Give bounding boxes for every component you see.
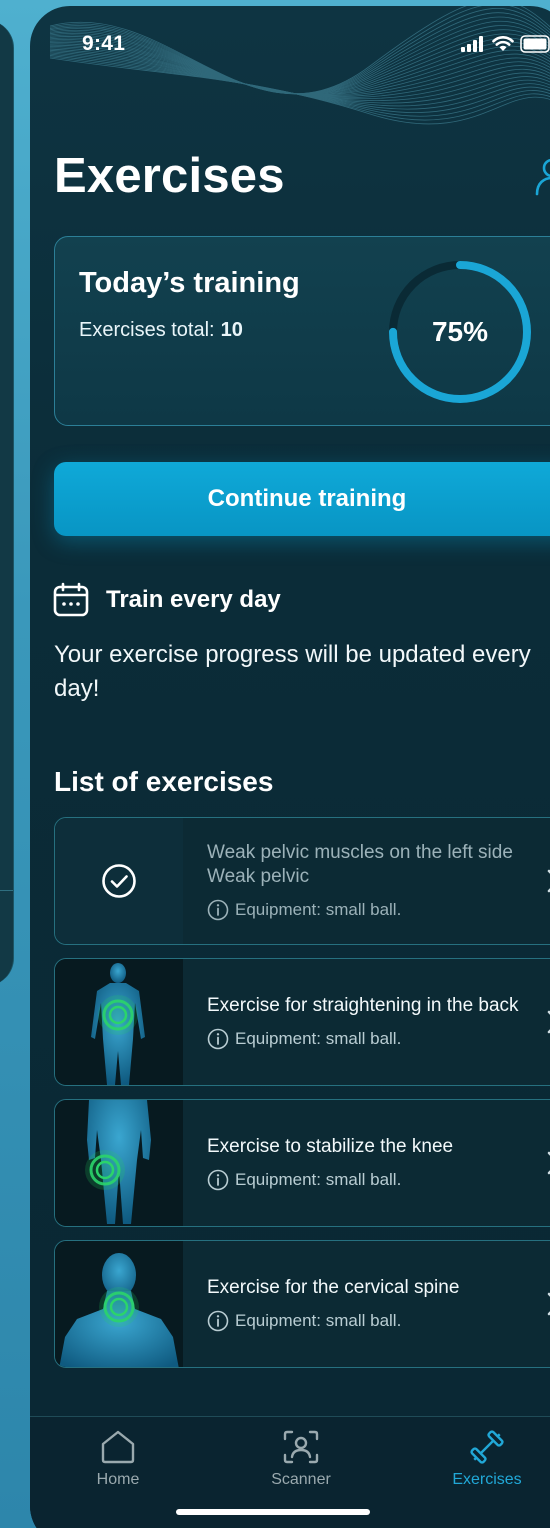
exercise-equipment-text: Equipment: small ball.	[235, 1311, 402, 1330]
dumbbell-icon	[470, 1430, 504, 1464]
exercise-name: Weak pelvic muscles on the left side Wea…	[207, 842, 513, 887]
tab-label: Scanner	[271, 1471, 331, 1488]
progress-percent: 75%	[431, 316, 489, 347]
status-time: 9:41	[82, 32, 126, 55]
phone-screen: 9:41 Exercises Today’s training Exercise…	[30, 6, 550, 1528]
wifi-icon	[492, 36, 514, 51]
status-icons	[460, 35, 550, 53]
background-divider	[0, 890, 13, 891]
exercise-item[interactable]: Weak pelvic muscles on the left side Wea…	[54, 817, 550, 945]
exercise-equipment-text: Equipment: small ball.	[235, 1029, 402, 1048]
battery-icon	[520, 35, 550, 53]
tab-label: Home	[96, 1471, 140, 1488]
exercise-thumbnail	[55, 959, 183, 1085]
exercise-equipment-text: Equipment: small ball.	[235, 900, 402, 919]
reminder-text: Your exercise progress will be updated e…	[54, 641, 531, 702]
info-icon	[207, 1169, 229, 1191]
home-icon	[101, 1430, 135, 1464]
reminder-header: Train every day	[52, 582, 281, 618]
profile-icon[interactable]	[534, 156, 550, 196]
exercise-list-title: List of exercises	[54, 766, 274, 797]
info-icon	[207, 1310, 229, 1332]
exercise-info: Exercise for the cervical spine Equipmen…	[207, 1241, 533, 1367]
exercise-info: Exercise to stabilize the knee Equipment…	[207, 1100, 533, 1226]
exercises-total-value: 10	[220, 319, 243, 341]
signal-icon	[461, 36, 483, 52]
today-training-title: Today’s training	[79, 267, 300, 299]
exercises-total-label: Exercises total:	[79, 319, 215, 341]
info-icon	[207, 1028, 229, 1050]
exercise-name: Exercise for the cervical spine	[207, 1277, 460, 1298]
exercise-info: Weak pelvic muscles on the left side Wea…	[207, 818, 533, 944]
body-back-image	[91, 963, 145, 1085]
tab-label: Exercises	[452, 1471, 522, 1488]
home-indicator	[176, 1509, 370, 1515]
exercise-thumbnail	[55, 1100, 183, 1226]
exercise-item[interactable]: Exercise for the cervical spine Equipmen…	[54, 1240, 550, 1368]
decorative-waves	[50, 6, 550, 125]
today-training-card: Today’s training Exercises total: 10 75%	[54, 236, 550, 426]
background-device	[0, 20, 14, 986]
check-circle-icon	[102, 864, 136, 898]
exercise-item[interactable]: Exercise for straightening in the back E…	[54, 958, 550, 1086]
scanner-icon	[283, 1430, 319, 1464]
page-title: Exercises	[54, 149, 285, 203]
exercise-equipment-text: Equipment: small ball.	[235, 1170, 402, 1189]
exercise-equipment: Equipment: small ball.	[207, 1028, 533, 1050]
reminder-title: Train every day	[106, 586, 281, 613]
exercise-name: Exercise to stabilize the knee	[207, 1136, 454, 1157]
exercise-equipment: Equipment: small ball.	[207, 899, 533, 921]
exercises-total: Exercises total: 10	[79, 319, 243, 342]
exercise-thumbnail	[55, 818, 183, 944]
exercise-info: Exercise for straightening in the back E…	[207, 959, 533, 1085]
exercise-name: Exercise for straightening in the back	[207, 995, 519, 1016]
status-bar: 9:41	[30, 32, 550, 62]
exercise-equipment: Equipment: small ball.	[207, 1169, 533, 1191]
exercise-item[interactable]: Exercise to stabilize the knee Equipment…	[54, 1099, 550, 1227]
exercise-thumbnail	[55, 1241, 183, 1367]
exercise-equipment: Equipment: small ball.	[207, 1310, 533, 1332]
tab-scanner[interactable]: Scanner	[241, 1429, 361, 1489]
tab-home[interactable]: Home	[58, 1429, 178, 1489]
body-legs-image	[85, 1100, 151, 1224]
info-icon	[207, 899, 229, 921]
continue-training-button[interactable]: Continue training	[54, 462, 550, 536]
tab-exercises[interactable]: Exercises	[427, 1429, 547, 1489]
body-neck-image	[59, 1253, 179, 1367]
calendar-icon	[53, 582, 89, 617]
